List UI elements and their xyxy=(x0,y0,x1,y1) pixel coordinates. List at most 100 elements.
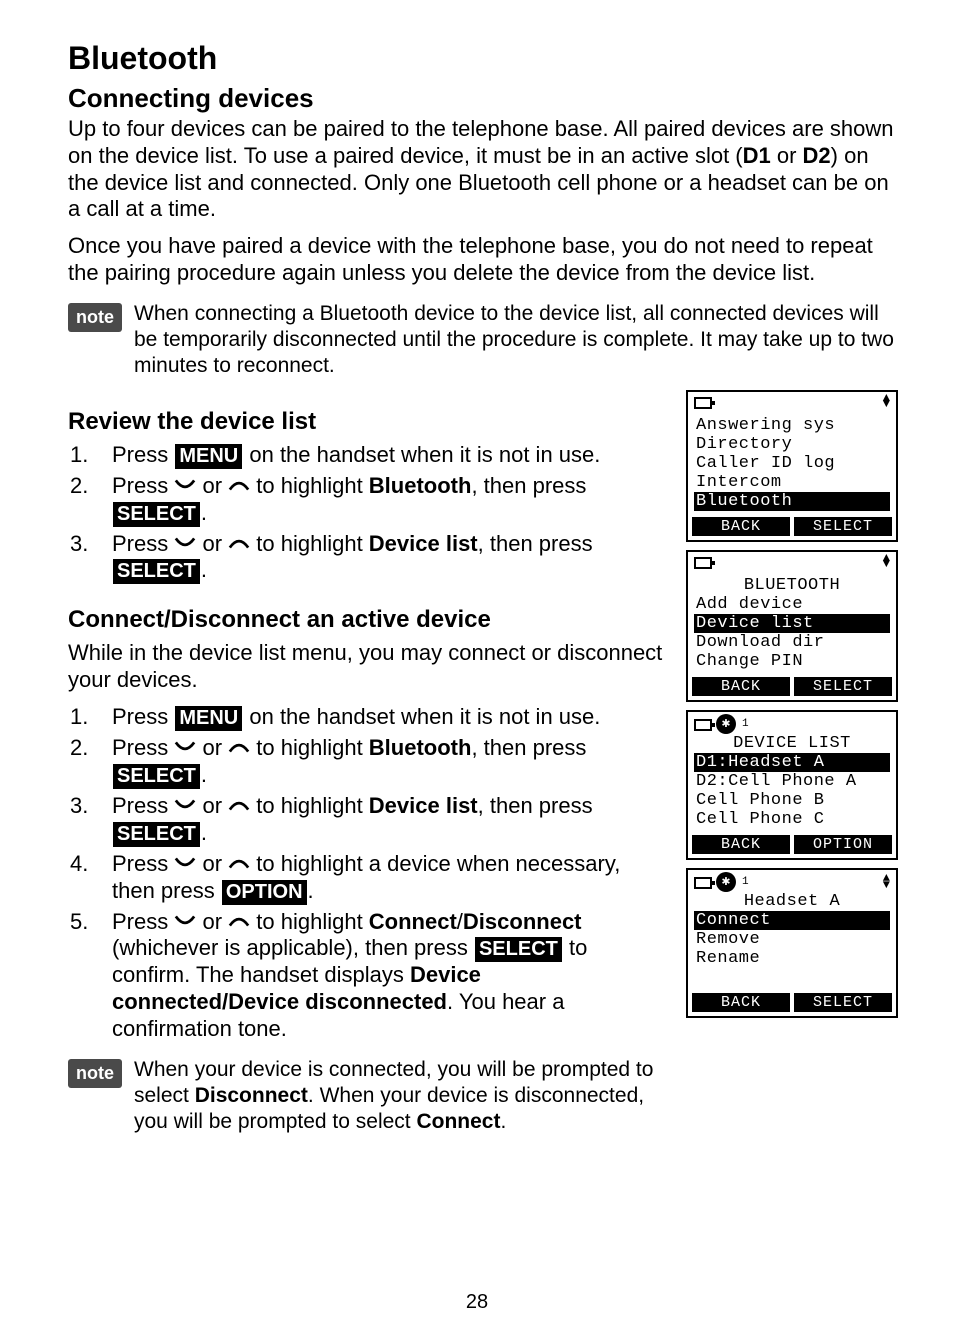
note-badge: note xyxy=(68,303,122,332)
bt-index: 1 xyxy=(742,876,749,888)
menu-key: MENU xyxy=(175,706,242,731)
bt-index: 1 xyxy=(742,718,749,730)
lcd-screen-device-options: ✱1 ▲▼ Headset A Connect Remove Rename BA… xyxy=(686,868,898,1018)
text: , then press xyxy=(471,735,586,760)
list-item: Press or to highlight Device list, then … xyxy=(68,793,668,847)
lcd-line: Directory xyxy=(694,435,890,454)
lcd-title: Headset A xyxy=(694,892,890,911)
bluetooth-label: Bluetooth xyxy=(369,473,472,498)
text: Press xyxy=(112,531,174,556)
text: or xyxy=(196,851,228,876)
text: . xyxy=(201,762,207,787)
text: (whichever is applicable), then press xyxy=(112,935,474,960)
slot-d2: D2 xyxy=(803,143,831,168)
lcd-line: Cell Phone C xyxy=(694,810,890,829)
text: . xyxy=(201,820,207,845)
text: or xyxy=(196,531,228,556)
note-text: When connecting a Bluetooth device to th… xyxy=(134,301,904,380)
connect-heading: Connect/Disconnect an active device xyxy=(68,606,668,634)
section-subtitle: Connecting devices xyxy=(68,83,904,114)
down-arrow-icon xyxy=(174,856,196,870)
select-key: SELECT xyxy=(113,502,200,527)
down-arrow-icon xyxy=(174,740,196,754)
lcd-line: Add device xyxy=(694,595,890,614)
lcd-line: Change PIN xyxy=(694,652,890,671)
text: Press xyxy=(112,851,174,876)
lcd-line-selected: D1:Headset A xyxy=(694,753,890,772)
select-key: SELECT xyxy=(113,764,200,789)
select-key: SELECT xyxy=(113,559,200,584)
lcd-screen-device-list: ✱ 1 DEVICE LIST D1:Headset A D2:Cell Phon… xyxy=(686,710,898,860)
softkey-back: BACK xyxy=(692,677,790,696)
lcd-line-selected: Bluetooth xyxy=(694,492,890,511)
menu-key: MENU xyxy=(175,444,242,469)
device-list-label: Device list xyxy=(369,531,478,556)
disconnect-label: Disconnect xyxy=(195,1084,308,1107)
list-item: Press or to highlight Connect/Disconnect… xyxy=(68,909,668,1043)
intro-paragraph-1: Up to four devices can be paired to the … xyxy=(68,116,904,223)
down-arrow-icon xyxy=(174,478,196,492)
review-heading: Review the device list xyxy=(68,408,668,436)
text: to highlight xyxy=(250,531,369,556)
text: Press xyxy=(112,909,174,934)
list-item: Press or to highlight Bluetooth, then pr… xyxy=(68,473,668,527)
bluetooth-icon: ✱ xyxy=(716,714,736,734)
text: or xyxy=(196,473,228,498)
device-list-label: Device list xyxy=(369,793,478,818)
text: or xyxy=(196,909,228,934)
lcd-screen-main-menu: ▲▼ Answering sys Directory Caller ID log… xyxy=(686,390,898,542)
bluetooth-label: Bluetooth xyxy=(369,735,472,760)
note-text: When your device is connected, you will … xyxy=(134,1057,668,1136)
up-arrow-icon xyxy=(228,478,250,492)
up-arrow-icon xyxy=(228,798,250,812)
text: to highlight xyxy=(250,793,369,818)
text: or xyxy=(771,143,803,168)
text: on the handset when it is not in use. xyxy=(243,704,600,729)
text: Press xyxy=(112,442,174,467)
connect-label: Connect xyxy=(369,909,457,934)
text: or xyxy=(196,735,228,760)
note-block-2: note When your device is connected, you … xyxy=(68,1057,668,1136)
lcd-line: Cell Phone B xyxy=(694,791,890,810)
text: or xyxy=(196,793,228,818)
text: Press xyxy=(112,473,174,498)
lcd-line xyxy=(694,968,890,987)
softkey-back: BACK xyxy=(692,993,790,1012)
softkey-back: BACK xyxy=(692,835,790,854)
text: , then press xyxy=(478,531,593,556)
slot-d1: D1 xyxy=(743,143,771,168)
text: . xyxy=(201,557,207,582)
list-item: Press or to highlight Device list, then … xyxy=(68,531,668,585)
up-arrow-icon xyxy=(228,914,250,928)
list-item: Press MENU on the handset when it is not… xyxy=(68,442,668,469)
text: , then press xyxy=(471,473,586,498)
lcd-title: BLUETOOTH xyxy=(694,576,890,595)
scroll-indicator-icon: ▲▼ xyxy=(883,395,890,408)
bluetooth-icon: ✱ xyxy=(716,872,736,892)
lcd-screen-bluetooth-menu: ▲▼ BLUETOOTH Add device Device list Down… xyxy=(686,550,898,702)
battery-icon xyxy=(694,397,712,409)
list-item: Press or to highlight a device when nece… xyxy=(68,851,668,905)
text: Press xyxy=(112,704,174,729)
lcd-title: DEVICE LIST xyxy=(694,734,890,753)
lcd-line: D2:Cell Phone A xyxy=(694,772,890,791)
text: . xyxy=(500,1110,506,1133)
option-key: OPTION xyxy=(222,880,307,905)
text: to highlight xyxy=(250,735,369,760)
select-key: SELECT xyxy=(113,822,200,847)
text: Press xyxy=(112,735,174,760)
page-title: Bluetooth xyxy=(68,40,904,77)
note-block-1: note When connecting a Bluetooth device … xyxy=(68,301,904,380)
softkey-select: SELECT xyxy=(794,677,892,696)
softkey-option: OPTION xyxy=(794,835,892,854)
text: Press xyxy=(112,793,174,818)
page-number: 28 xyxy=(0,1291,954,1314)
down-arrow-icon xyxy=(174,914,196,928)
down-arrow-icon xyxy=(174,798,196,812)
lcd-line-selected: Device list xyxy=(694,614,890,633)
lcd-line: Intercom xyxy=(694,473,890,492)
lcd-line: Remove xyxy=(694,930,890,949)
list-item: Press or to highlight Bluetooth, then pr… xyxy=(68,735,668,789)
lcd-line-selected: Connect xyxy=(694,911,890,930)
battery-icon xyxy=(694,877,712,889)
